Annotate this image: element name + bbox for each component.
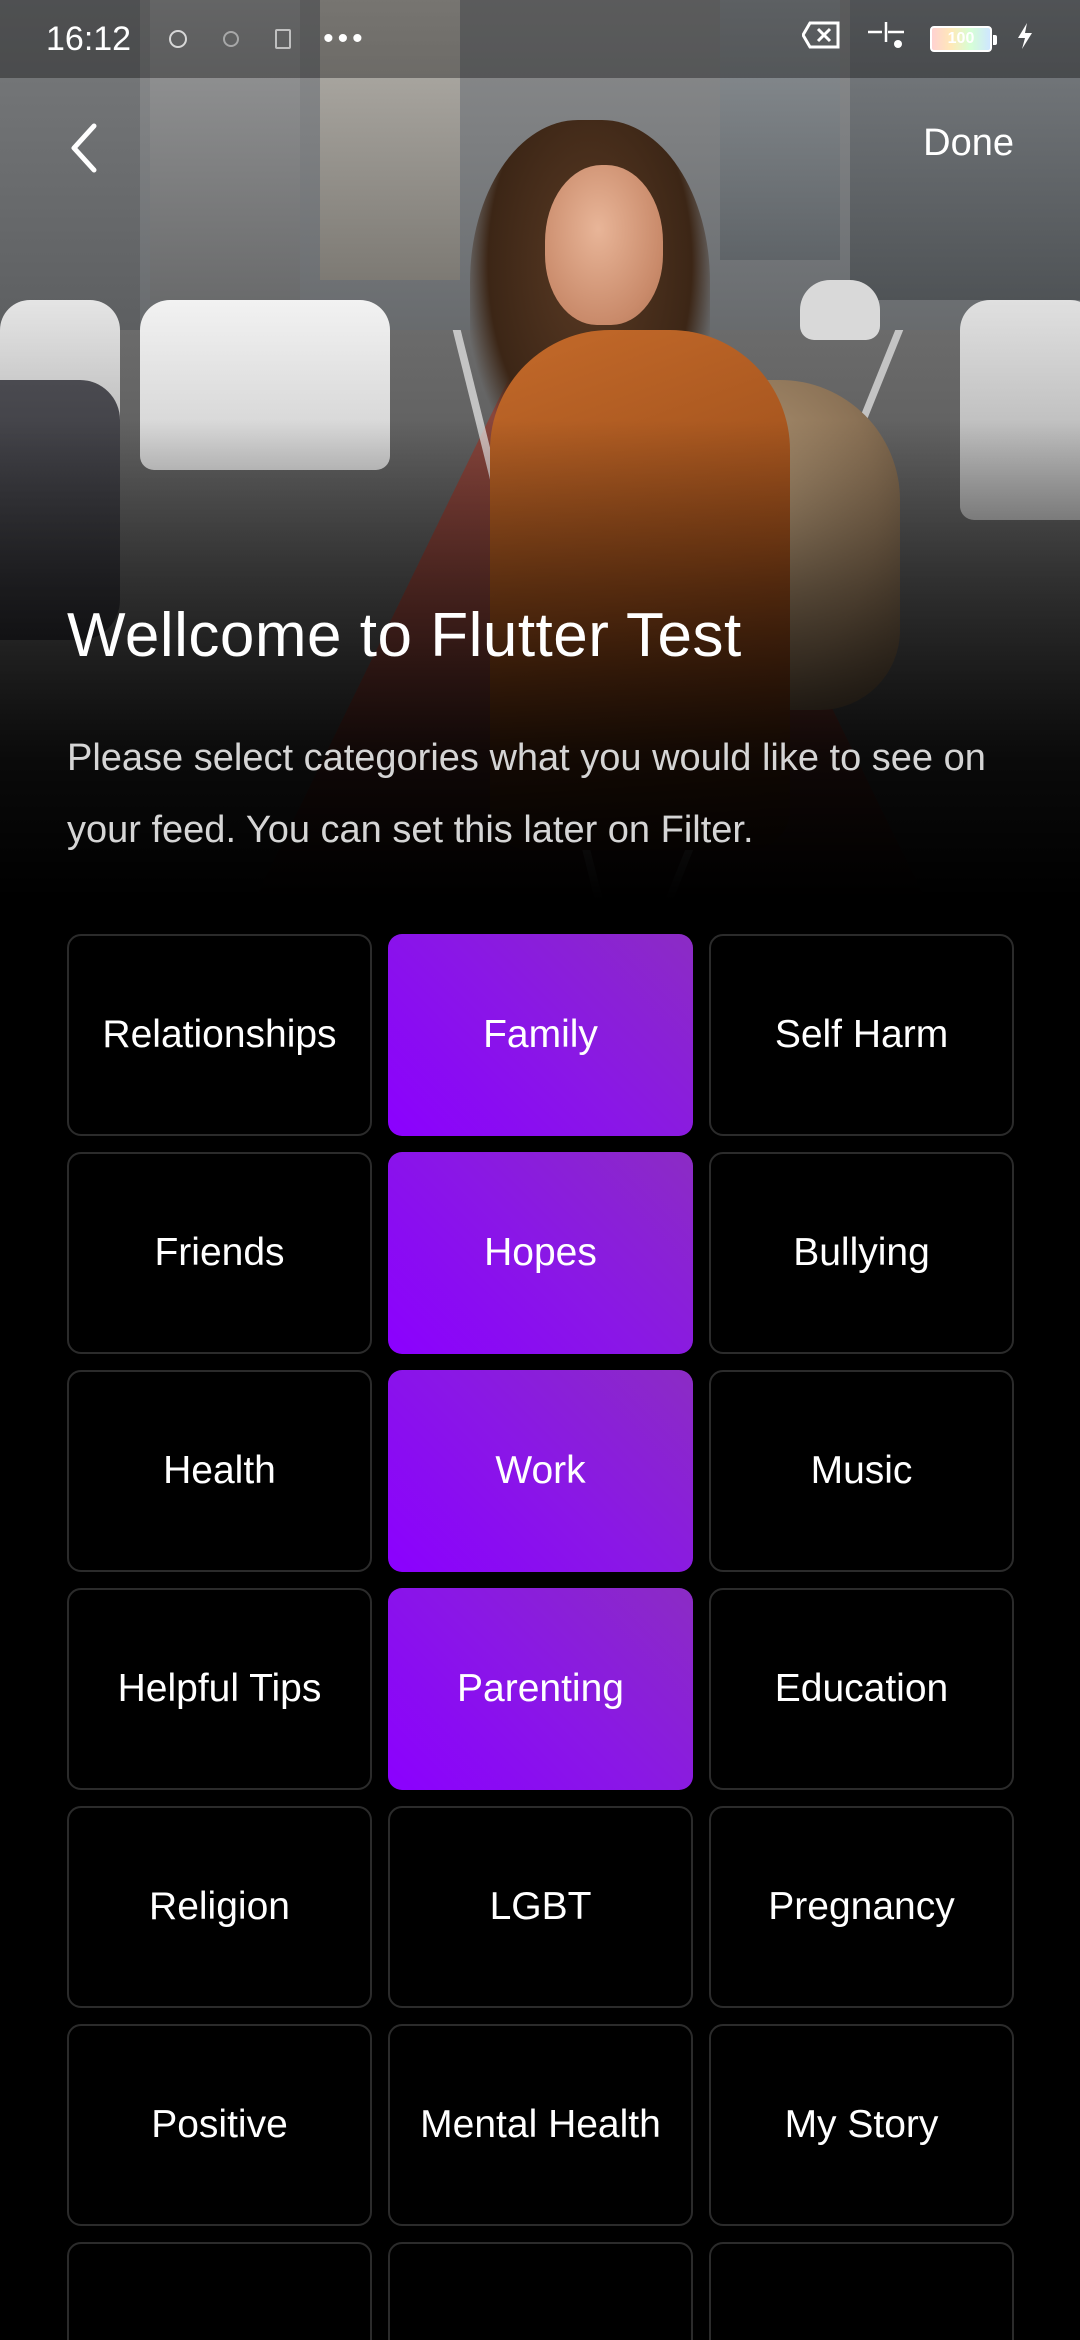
page-title: Wellcome to Flutter Test: [67, 601, 742, 670]
category-tile[interactable]: Family: [388, 934, 693, 1136]
category-label: My Story: [784, 2103, 939, 2146]
status-bar: 16:12 ••• 100: [0, 0, 1080, 78]
category-tile[interactable]: Hopes: [388, 1152, 693, 1354]
category-tile[interactable]: LGBT: [388, 1806, 693, 2008]
category-label: Hopes: [484, 1231, 597, 1274]
notification-icon: [169, 30, 188, 48]
category-label: Bullying: [793, 1231, 930, 1274]
category-label: Health: [163, 1449, 276, 1492]
category-tile[interactable]: Health: [67, 1370, 372, 1572]
category-label: Mental Health: [420, 2103, 661, 2146]
category-label: Religion: [149, 1885, 290, 1928]
category-tile[interactable]: Mental Health: [388, 2024, 693, 2226]
category-label: Positive: [151, 2103, 288, 2146]
category-label: Self Harm: [774, 1013, 949, 1056]
status-time: 16:12: [46, 19, 132, 58]
category-label: Parenting: [457, 1667, 624, 1710]
notification-icon: [223, 31, 240, 47]
category-label: Pregnancy: [768, 1885, 955, 1928]
category-label: Music: [810, 1449, 913, 1492]
category-tile[interactable]: My Story: [709, 2024, 1014, 2226]
charging-icon: [1016, 20, 1034, 59]
back-button[interactable]: [66, 118, 126, 178]
category-tile[interactable]: Religion: [67, 1806, 372, 2008]
more-notifications-icon: •••: [323, 22, 367, 55]
category-tile[interactable]: Helpful Tips: [67, 1588, 372, 1790]
category-grid: Relationships Family Self Harm Friends Hopes…: [67, 934, 1014, 2340]
category-label: LGBT: [489, 1885, 592, 1928]
category-label: Friends: [154, 1231, 285, 1274]
category-label: Work: [495, 1449, 586, 1492]
category-tile[interactable]: Positive: [67, 2024, 372, 2226]
category-label: Relationships: [102, 1013, 337, 1056]
category-label: Helpful Tips: [117, 1667, 322, 1710]
category-tile[interactable]: [709, 2242, 1014, 2340]
page-subtitle: Please select categories what you would …: [67, 737, 986, 851]
category-tile[interactable]: Parenting: [388, 1588, 693, 1790]
category-tile[interactable]: Relationships: [67, 934, 372, 1136]
sim-icon: [275, 29, 292, 49]
category-label: Education: [774, 1667, 949, 1710]
chevron-left-icon: [71, 123, 97, 173]
done-button[interactable]: Done: [923, 122, 1014, 165]
category-label: Family: [483, 1013, 598, 1056]
category-tile[interactable]: [388, 2242, 693, 2340]
category-tile[interactable]: Self Harm: [709, 934, 1014, 1136]
category-tile[interactable]: Music: [709, 1370, 1014, 1572]
signal-icon: [866, 20, 906, 59]
category-tile[interactable]: Work: [388, 1370, 693, 1572]
no-sim-icon: [801, 20, 842, 59]
category-tile[interactable]: Pregnancy: [709, 1806, 1014, 2008]
battery-icon: 100: [930, 26, 997, 52]
category-tile[interactable]: [67, 2242, 372, 2340]
screen: 16:12 ••• 100 Done Wellcome to Flutter T…: [0, 0, 1080, 2340]
category-tile[interactable]: Friends: [67, 1152, 372, 1354]
category-tile[interactable]: Bullying: [709, 1152, 1014, 1354]
category-tile[interactable]: Education: [709, 1588, 1014, 1790]
